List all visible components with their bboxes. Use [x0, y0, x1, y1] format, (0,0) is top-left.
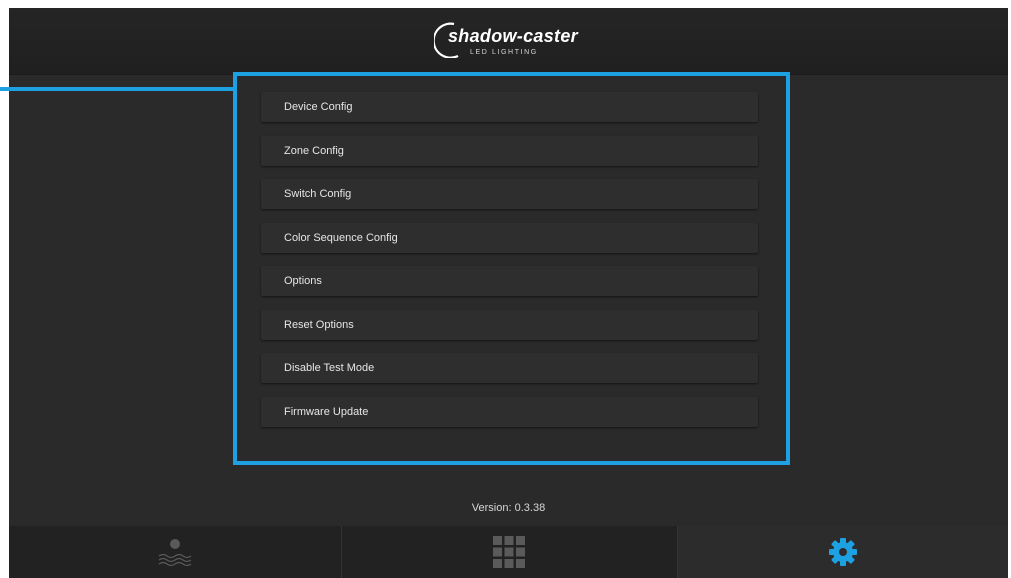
zone-config-button[interactable]: Zone Config	[261, 135, 758, 166]
disable-test-mode-button[interactable]: Disable Test Mode	[261, 353, 758, 383]
app-header: shadow-caster LED LIGHTING	[9, 8, 1008, 75]
settings-menu: Device Config Zone Config Switch Config …	[261, 92, 758, 440]
color-sequence-config-button[interactable]: Color Sequence Config	[261, 222, 758, 253]
grid-icon	[493, 536, 526, 568]
water-light-icon	[158, 539, 192, 567]
options-button[interactable]: Options	[261, 266, 758, 296]
firmware-update-button[interactable]: Firmware Update	[261, 396, 758, 427]
version-label: Version: 0.3.38	[471, 502, 546, 514]
callout-pointer-line	[0, 87, 235, 91]
tab-settings[interactable]	[677, 526, 1008, 578]
logo-tagline: LED LIGHTING	[470, 49, 538, 56]
gear-icon	[828, 538, 857, 566]
device-config-button[interactable]: Device Config	[261, 92, 758, 122]
tab-lighting[interactable]	[9, 526, 343, 578]
logo-wordmark: shadow-caster	[448, 26, 578, 46]
bottom-nav	[9, 526, 1008, 578]
tab-zones[interactable]	[342, 526, 678, 578]
reset-options-button[interactable]: Reset Options	[261, 309, 758, 340]
switch-config-button[interactable]: Switch Config	[261, 179, 758, 209]
app-screen: shadow-caster LED LIGHTING Device Config…	[9, 8, 1008, 578]
brand-logo: shadow-caster LED LIGHTING	[434, 20, 594, 62]
